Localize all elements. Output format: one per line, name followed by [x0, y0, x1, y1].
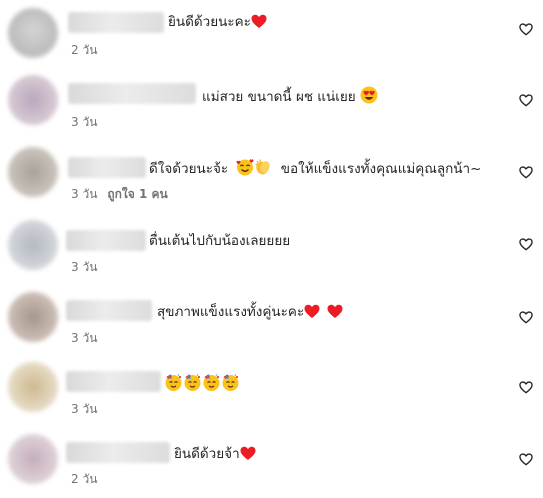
- avatar[interactable]: [8, 362, 58, 412]
- comment-meta: 3 วัน: [71, 114, 97, 130]
- comment-meta: 2 วัน: [71, 471, 97, 487]
- avatar[interactable]: [8, 434, 58, 484]
- heart-outline-icon: [518, 381, 533, 394]
- like-button[interactable]: [518, 452, 533, 467]
- heart-outline-icon: [518, 166, 533, 179]
- like-button[interactable]: [518, 22, 533, 37]
- comment-username[interactable]: [66, 300, 152, 321]
- heart-outline-icon: [518, 453, 533, 466]
- comment-text: ยินดีด้วยจ้า: [174, 444, 256, 467]
- comment-text-content: ยินดีด้วยนะคะ: [168, 14, 251, 30]
- avatar[interactable]: [8, 220, 58, 270]
- comment-meta: 3 วัน ถูกใจ 1 คน: [71, 186, 168, 202]
- red-heart-icon: [240, 446, 256, 467]
- comment-timestamp[interactable]: 3 วัน: [71, 187, 97, 201]
- clapping-hands-icon: [254, 158, 272, 182]
- heart-eyes-emoji-icon: [360, 86, 378, 110]
- like-button[interactable]: [518, 380, 533, 395]
- comment-item: ยินดีด้วยจ้า 2 วัน: [0, 424, 543, 494]
- comment-text-content: ดีใจด้วยนะจ้ะ: [149, 161, 229, 177]
- comment-item: ยินดีด้วยนะคะ 2 วัน: [0, 0, 543, 70]
- comment-meta: 3 วัน: [71, 259, 97, 275]
- comment-like-count[interactable]: ถูกใจ 1 คน: [107, 187, 167, 201]
- comment-item: ดีใจด้วยนะจ้ะ ขอให้แข็งแรงทั้งคุณแม่คุณล…: [0, 140, 543, 210]
- comment-meta: 2 วัน: [71, 42, 97, 58]
- partying-face-icon: [221, 373, 240, 398]
- comment-timestamp[interactable]: 3 วัน: [71, 260, 97, 274]
- heart-outline-icon: [518, 23, 533, 36]
- comment-text: [164, 373, 240, 398]
- heart-outline-icon: [518, 238, 533, 251]
- avatar[interactable]: [8, 147, 58, 197]
- comment-item: 3 วัน: [0, 354, 543, 424]
- avatar[interactable]: [8, 292, 58, 342]
- like-button[interactable]: [518, 165, 533, 180]
- comment-username[interactable]: [66, 230, 146, 251]
- comment-timestamp[interactable]: 2 วัน: [71, 43, 97, 57]
- heart-outline-icon: [518, 311, 533, 324]
- heart-outline-icon: [518, 94, 533, 107]
- comment-item: สุขภาพแข็งแรงทั้งคู่นะคะ 3 วัน: [0, 282, 543, 352]
- comment-text: ดีใจด้วยนะจ้ะ ขอให้แข็งแรงทั้งคุณแม่คุณล…: [149, 158, 481, 182]
- avatar[interactable]: [8, 75, 58, 125]
- comment-list: ยินดีด้วยนะคะ 2 วัน แม่สวย ขนาดนี้ ผช แน…: [0, 0, 543, 498]
- comment-meta: 3 วัน: [71, 330, 97, 346]
- comment-item: ตื่นเต้นไปกับน้องเลยยยย 3 วัน: [0, 212, 543, 282]
- like-button[interactable]: [518, 237, 533, 252]
- comment-username[interactable]: [68, 157, 146, 178]
- comment-text: ตื่นเต้นไปกับน้องเลยยยย: [149, 231, 290, 251]
- comment-timestamp[interactable]: 3 วัน: [71, 402, 97, 416]
- comment-text-continued: ขอให้แข็งแรงทั้งคุณแม่คุณลูกน้า~: [280, 161, 482, 177]
- comment-text-content: ตื่นเต้นไปกับน้องเลยยยย: [149, 233, 291, 249]
- comment-item: แม่สวย ขนาดนี้ ผช แน่เยย 3 วัน: [0, 70, 543, 140]
- partying-face-icon: [183, 373, 202, 398]
- comment-timestamp[interactable]: 3 วัน: [71, 115, 97, 129]
- comment-username[interactable]: [68, 83, 196, 104]
- comment-text: สุขภาพแข็งแรงทั้งคู่นะคะ: [157, 302, 343, 325]
- comment-timestamp[interactable]: 3 วัน: [71, 331, 97, 345]
- partying-face-icon: [164, 373, 183, 398]
- comment-text-content: สุขภาพแข็งแรงทั้งคู่นะคะ: [157, 304, 305, 320]
- partying-face-icon: [202, 373, 221, 398]
- comment-text: แม่สวย ขนาดนี้ ผช แน่เยย: [202, 86, 378, 110]
- comment-username[interactable]: [68, 12, 164, 33]
- comment-username[interactable]: [66, 371, 161, 392]
- red-heart-icon: [251, 14, 267, 35]
- avatar[interactable]: [8, 8, 58, 58]
- like-button[interactable]: [518, 93, 533, 108]
- red-heart-icon: [304, 304, 320, 325]
- smiling-face-with-hearts-icon: [236, 158, 254, 182]
- comment-text-content: แม่สวย ขนาดนี้ ผช แน่เยย: [202, 89, 356, 105]
- comment-username[interactable]: [66, 442, 170, 463]
- like-button[interactable]: [518, 310, 533, 325]
- comment-timestamp[interactable]: 2 วัน: [71, 472, 97, 486]
- comment-text-content: ยินดีด้วยจ้า: [174, 446, 240, 462]
- red-heart-icon: [327, 304, 343, 325]
- comment-text: ยินดีด้วยนะคะ: [168, 12, 267, 35]
- comment-meta: 3 วัน: [71, 401, 97, 417]
